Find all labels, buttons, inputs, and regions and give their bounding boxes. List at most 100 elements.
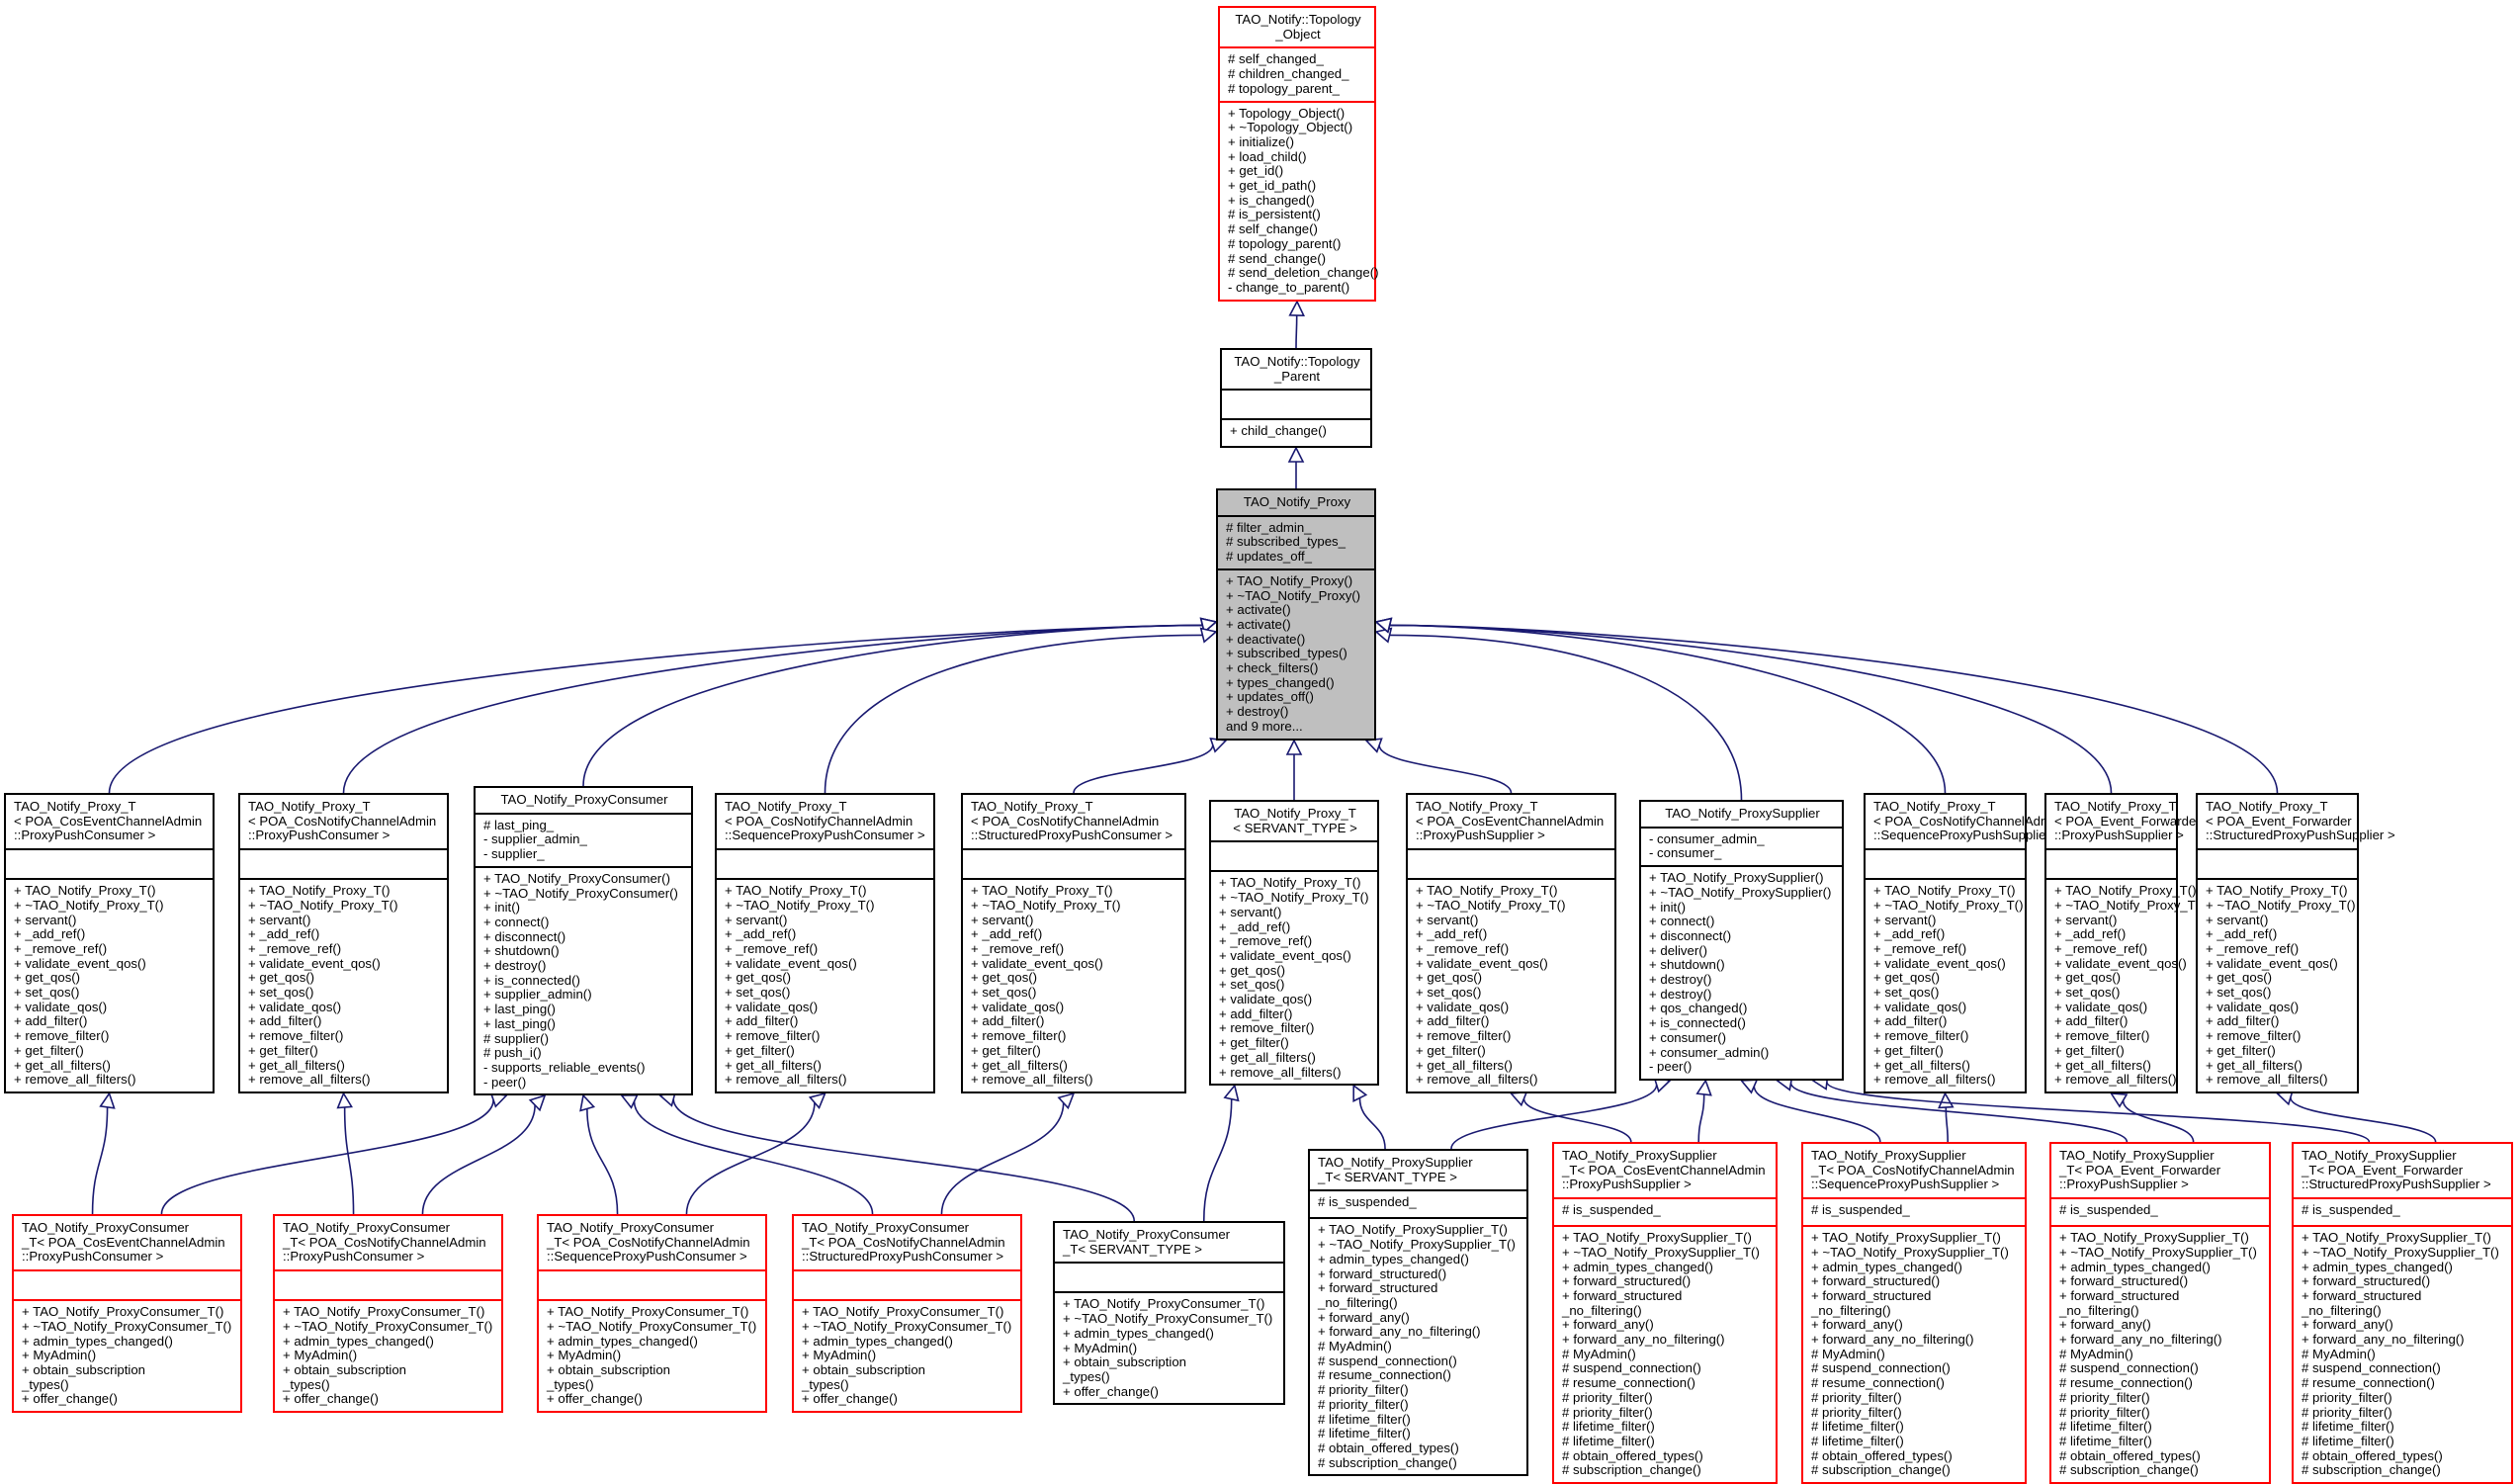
class-box-proxy-t-servant[interactable]: TAO_Notify_Proxy_T < SERVANT_TYPE > + TAO… (1209, 800, 1379, 1087)
class-box-pc-t-cosnotify-stppc[interactable]: TAO_Notify_ProxyConsumer _T< POA_CosNoti… (792, 1214, 1022, 1414)
method: # subscription_change() (1318, 1454, 1457, 1470)
method: + _add_ref() (1873, 926, 1946, 942)
method: + _add_ref() (1219, 918, 1291, 934)
class-box-proxy-supplier[interactable]: TAO_Notify_ProxySupplier - consumer_admin… (1639, 800, 1844, 1081)
method: + remove_all_filters() (14, 1072, 136, 1088)
inheritance-edge (1378, 744, 1513, 794)
method: # push_i() (483, 1045, 542, 1061)
method: # lifetime_filter() (1811, 1433, 1904, 1448)
method: + validate_qos() (971, 999, 1065, 1014)
class-box-proxy-t-cosevent-pps[interactable]: TAO_Notify_Proxy_T < POA_CosEventChannel… (1406, 793, 1616, 1093)
method: + shutdown() (1649, 957, 1725, 973)
method: + _add_ref() (248, 926, 320, 942)
method: + updates_off() (1226, 689, 1314, 705)
method: + forward_any() (1562, 1317, 1654, 1333)
class-box-ps-t-eventfwd-stpps[interactable]: TAO_Notify_ProxySupplier _T< POA_Event_F… (2292, 1142, 2513, 1484)
method: + admin_types_changed() (2302, 1259, 2453, 1274)
method: # subscription_change() (2302, 1462, 2441, 1478)
class-box-pc-t-cosnotify-ppc[interactable]: TAO_Notify_ProxyConsumer _T< POA_CosNoti… (273, 1214, 503, 1414)
method: + validate_event_qos() (1873, 955, 2006, 971)
method: + get_all_filters() (1873, 1057, 1970, 1073)
method: # topology_parent() (1228, 235, 1342, 251)
class-box-pc-t-servant[interactable]: TAO_Notify_ProxyConsumer _T< SERVANT_TYP… (1053, 1221, 1285, 1406)
class-box-ps-t-cosevent-pps[interactable]: TAO_Notify_ProxySupplier _T< POA_CosEven… (1552, 1142, 1778, 1484)
methods-section: + TAO_Notify_Proxy_T() + ~TAO_Notify_Prox… (240, 878, 447, 1091)
class-box-proxy-t-cosnotify-sppc[interactable]: TAO_Notify_Proxy_T < POA_CosNotifyChanne… (715, 793, 935, 1093)
method: + TAO_Notify_ProxyConsumer() (483, 870, 670, 886)
method: + ~TAO_Notify_Proxy_T() (14, 897, 164, 913)
class-box-proxy-t-cosnotify-stppc[interactable]: TAO_Notify_Proxy_T < POA_CosNotifyChanne… (961, 793, 1186, 1093)
class-box-pc-t-cosevent-ppc[interactable]: TAO_Notify_ProxyConsumer _T< POA_CosEven… (12, 1214, 242, 1414)
inheritance-arrowhead-icon (1057, 1091, 1076, 1110)
class-box-proxy-t-eventfwd-stpps[interactable]: TAO_Notify_Proxy_T < POA_Event_Forwarder… (2196, 793, 2395, 1093)
method: + servant() (2054, 912, 2118, 927)
class-box-proxy-t-cosevent-ppc[interactable]: TAO_Notify_Proxy_T < POA_CosEventChannel… (4, 793, 215, 1093)
method: + connect() (1649, 914, 1715, 929)
attribute: - supplier_ (483, 846, 545, 862)
class-name: TAO_Notify_ProxyConsumer _T< POA_CosNoti… (547, 1220, 750, 1265)
method: # priority_filter() (2059, 1404, 2150, 1420)
method: # is_persistent() (1228, 207, 1321, 222)
class-box-proxy-consumer[interactable]: TAO_Notify_ProxyConsumer # last_ping_ - su… (474, 786, 693, 1096)
method: # resume_connection() (1811, 1375, 1945, 1391)
method: + TAO_Notify_ProxyConsumer_T() (547, 1304, 749, 1320)
method: # priority_filter() (1318, 1382, 1409, 1398)
method: + forward_structured() (2059, 1273, 2189, 1289)
class-name: TAO_Notify_Proxy_T < POA_CosNotifyChanne… (248, 799, 437, 843)
attributes-section (717, 848, 933, 878)
method: + get_all_filters() (248, 1057, 345, 1073)
method: + admin_types_changed() (802, 1333, 953, 1349)
class-box-ps-t-eventfwd-pps[interactable]: TAO_Notify_ProxySupplier _T< POA_Event_F… (2049, 1142, 2271, 1484)
method: + TAO_Notify_ProxyConsumer_T() (22, 1304, 224, 1320)
method: + activate() (1226, 616, 1291, 632)
method: + forward_any() (1318, 1309, 1410, 1325)
attributes-section: # last_ping_ - supplier_admin_ - supplier_ (476, 812, 691, 866)
method: # priority_filter() (2302, 1404, 2392, 1420)
method: # MyAdmin() (2059, 1346, 2133, 1361)
class-box-proxy-t-cosnotify-ppc[interactable]: TAO_Notify_Proxy_T < POA_CosNotifyChanne… (238, 793, 449, 1093)
method: + validate_event_qos() (2206, 955, 2338, 971)
method: # subscription_change() (1811, 1462, 1951, 1478)
method: + ~TAO_Notify_ProxyConsumer_T() (547, 1318, 757, 1334)
method: # send_change() (1228, 250, 1326, 266)
class-box-proxy-t-eventfwd-pps[interactable]: TAO_Notify_Proxy_T < POA_Event_Forwarder… (2044, 793, 2204, 1093)
class-box-notify-proxy[interactable]: TAO_Notify_Proxy # filter_admin_ # subscri… (1216, 488, 1376, 741)
method: + admin_types_changed() (1318, 1251, 1469, 1266)
method: + _remove_ref() (248, 940, 342, 956)
method: + remove_filter() (248, 1028, 344, 1044)
class-box-proxy-t-cosnotify-spps[interactable]: TAO_Notify_Proxy_T < POA_CosNotifyChanne… (1864, 793, 2061, 1093)
attributes-section (794, 1269, 1020, 1299)
method: # subscription_change() (1562, 1462, 1701, 1478)
method: + last_ping() (483, 1002, 556, 1017)
method: + ~TAO_Notify_ProxySupplier_T() (2302, 1244, 2499, 1260)
method: + TAO_Notify_Proxy_T() (248, 883, 391, 899)
inheritance-arrowhead-icon (808, 1091, 826, 1109)
method: + add_filter() (14, 1013, 88, 1029)
method: + disconnect() (1649, 927, 1732, 943)
class-box-ps-t-servant[interactable]: TAO_Notify_ProxySupplier _T< SERVANT_TYP… (1308, 1149, 1528, 1477)
method: + init() (1649, 899, 1687, 915)
class-box-pc-t-cosnotify-sppc[interactable]: TAO_Notify_ProxyConsumer _T< POA_CosNoti… (537, 1214, 767, 1414)
method: + _add_ref() (1416, 926, 1488, 942)
method: + child_change() (1230, 423, 1327, 439)
method: + obtain_subscription _types() (802, 1361, 925, 1392)
method: + set_qos() (1219, 977, 1285, 993)
method: + remove_all_filters() (248, 1072, 371, 1088)
method: + shutdown() (483, 943, 560, 959)
method: # MyAdmin() (2302, 1346, 2376, 1361)
inheritance-edge (2290, 1096, 2437, 1143)
method: + servant() (971, 912, 1034, 927)
method: + add_filter() (2206, 1013, 2280, 1029)
method: + validate_qos() (725, 999, 819, 1014)
more-members-link[interactable]: and 9 more... (1226, 719, 1368, 735)
class-box-ps-t-cosnotify-spps[interactable]: TAO_Notify_ProxySupplier _T< POA_CosNoti… (1801, 1142, 2027, 1484)
method: + connect() (483, 914, 550, 929)
attributes-section (275, 1269, 501, 1299)
inheritance-edge (1389, 624, 2279, 794)
method: + get_filter() (248, 1042, 318, 1058)
class-box-topology-parent[interactable]: TAO_Notify::Topology _Parent + child_chan… (1220, 348, 1372, 449)
class-box-topology-object[interactable]: TAO_Notify::Topology _Object # self_chang… (1218, 6, 1379, 302)
inheritance-edge (586, 1108, 619, 1215)
method: + _remove_ref() (971, 940, 1065, 956)
method: + get_filter() (1416, 1042, 1486, 1058)
